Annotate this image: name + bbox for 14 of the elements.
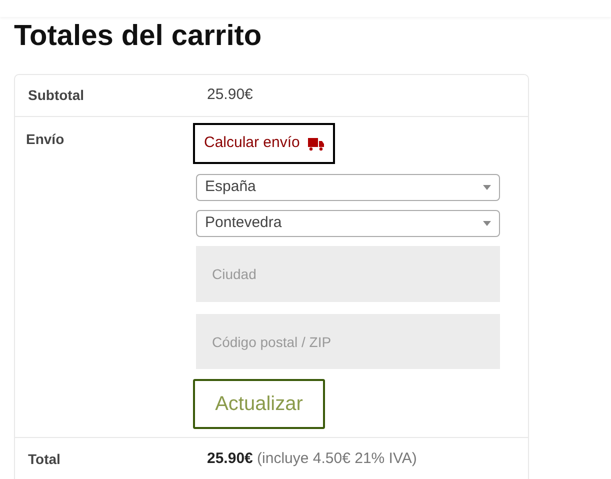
row-label: Envío — [25, 130, 66, 149]
truck-icon — [308, 136, 324, 150]
postcode-field[interactable]: Código postal / ZIP — [196, 314, 500, 369]
dropdown[interactable]: Pontevedra — [196, 210, 500, 237]
city-field[interactable]: Ciudad — [196, 246, 500, 302]
page-heading: Totales del carrito — [14, 19, 263, 53]
row-label: Subtotal — [27, 86, 85, 105]
row-label: Total — [27, 450, 62, 468]
dropdown-caret-icon — [483, 185, 491, 190]
calculate-shipping-link[interactable]: Calcular envío — [193, 123, 335, 164]
dropdown[interactable]: España — [196, 174, 500, 201]
total-value: 25.90€ (incluye 4.50€ 21% IVA) — [207, 448, 417, 469]
row-value: 25.90€ — [207, 85, 253, 106]
dropdown-caret-icon — [483, 221, 491, 226]
